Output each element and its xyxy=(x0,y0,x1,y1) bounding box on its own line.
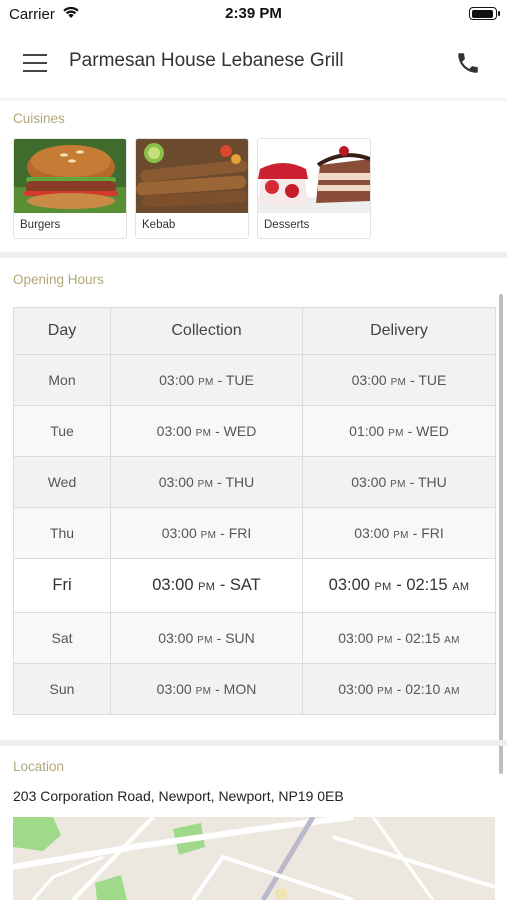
dessert-image xyxy=(258,139,370,213)
collection-cell: 03:00 PM - WED xyxy=(110,405,303,457)
cuisine-card-desserts[interactable]: Desserts xyxy=(257,138,371,239)
nav-bar: Parmesan House Lebanese Grill xyxy=(0,30,507,98)
column-header-collection: Collection xyxy=(110,307,303,355)
kebab-image xyxy=(136,139,248,213)
address-text: 203 Corporation Road, Newport, Newport, … xyxy=(13,788,344,804)
table-row: Sat 03:00 PM - SUN 03:00 PM - 02:15 AM xyxy=(13,612,496,664)
table-row: Wed 03:00 PM - THU 03:00 PM - THU xyxy=(13,456,496,508)
day-cell: Sun xyxy=(13,663,111,715)
table-row: Mon 03:00 PM - TUE 03:00 PM - TUE xyxy=(13,354,496,406)
delivery-cell: 03:00 PM - FRI xyxy=(302,507,496,559)
cuisine-card-kebab[interactable]: Kebab xyxy=(135,138,249,239)
map-image xyxy=(13,817,495,900)
phone-icon[interactable] xyxy=(455,50,481,76)
day-cell: Mon xyxy=(13,354,111,406)
delivery-cell: 03:00 PM - 02:10 AM xyxy=(302,663,496,715)
opening-hours-table: Day Collection Delivery Mon 03:00 PM - T… xyxy=(13,307,496,715)
delivery-cell: 03:00 PM - 02:15 AM xyxy=(302,558,496,613)
delivery-cell: 03:00 PM - 02:15 AM xyxy=(302,612,496,664)
collection-cell: 03:00 PM - TUE xyxy=(110,354,303,406)
location-map[interactable] xyxy=(13,817,495,900)
cuisine-name: Desserts xyxy=(264,219,310,231)
clock: 2:39 PM xyxy=(225,5,282,22)
cuisines-label: Cuisines xyxy=(13,111,65,126)
day-cell: Tue xyxy=(13,405,111,457)
cuisine-card-burgers[interactable]: Burgers xyxy=(13,138,127,239)
collection-cell: 03:00 PM - SUN xyxy=(110,612,303,664)
delivery-cell: 01:00 PM - WED xyxy=(302,405,496,457)
collection-cell: 03:00 PM - FRI xyxy=(110,507,303,559)
table-row: Thu 03:00 PM - FRI 03:00 PM - FRI xyxy=(13,507,496,559)
column-header-day: Day xyxy=(13,307,111,355)
day-cell: Sat xyxy=(13,612,111,664)
burger-image xyxy=(14,139,126,213)
section-divider xyxy=(0,252,507,258)
delivery-cell: 03:00 PM - THU xyxy=(302,456,496,508)
battery-icon xyxy=(469,7,500,20)
hamburger-menu-icon[interactable] xyxy=(23,54,47,72)
delivery-cell: 03:00 PM - TUE xyxy=(302,354,496,406)
section-divider xyxy=(0,740,507,746)
table-header-row: Day Collection Delivery xyxy=(13,307,496,355)
table-row: Tue 03:00 PM - WED 01:00 PM - WED xyxy=(13,405,496,457)
status-bar: Carrier 2:39 PM xyxy=(0,0,507,30)
day-cell: Thu xyxy=(13,507,111,559)
cuisine-name: Burgers xyxy=(20,219,61,231)
location-label: Location xyxy=(13,759,65,774)
opening-hours-label: Opening Hours xyxy=(13,272,104,287)
cuisine-name: Kebab xyxy=(142,219,176,231)
column-header-delivery: Delivery xyxy=(302,307,496,355)
table-row-today: Fri 03:00 PM - SAT 03:00 PM - 02:15 AM xyxy=(13,558,496,613)
collection-cell: 03:00 PM - SAT xyxy=(110,558,303,613)
page-title: Parmesan House Lebanese Grill xyxy=(69,50,344,71)
day-cell: Wed xyxy=(13,456,111,508)
collection-cell: 03:00 PM - MON xyxy=(110,663,303,715)
scrollbar-thumb[interactable] xyxy=(499,294,503,774)
collection-cell: 03:00 PM - THU xyxy=(110,456,303,508)
table-row: Sun 03:00 PM - MON 03:00 PM - 02:10 AM xyxy=(13,663,496,715)
day-cell: Fri xyxy=(13,558,111,613)
